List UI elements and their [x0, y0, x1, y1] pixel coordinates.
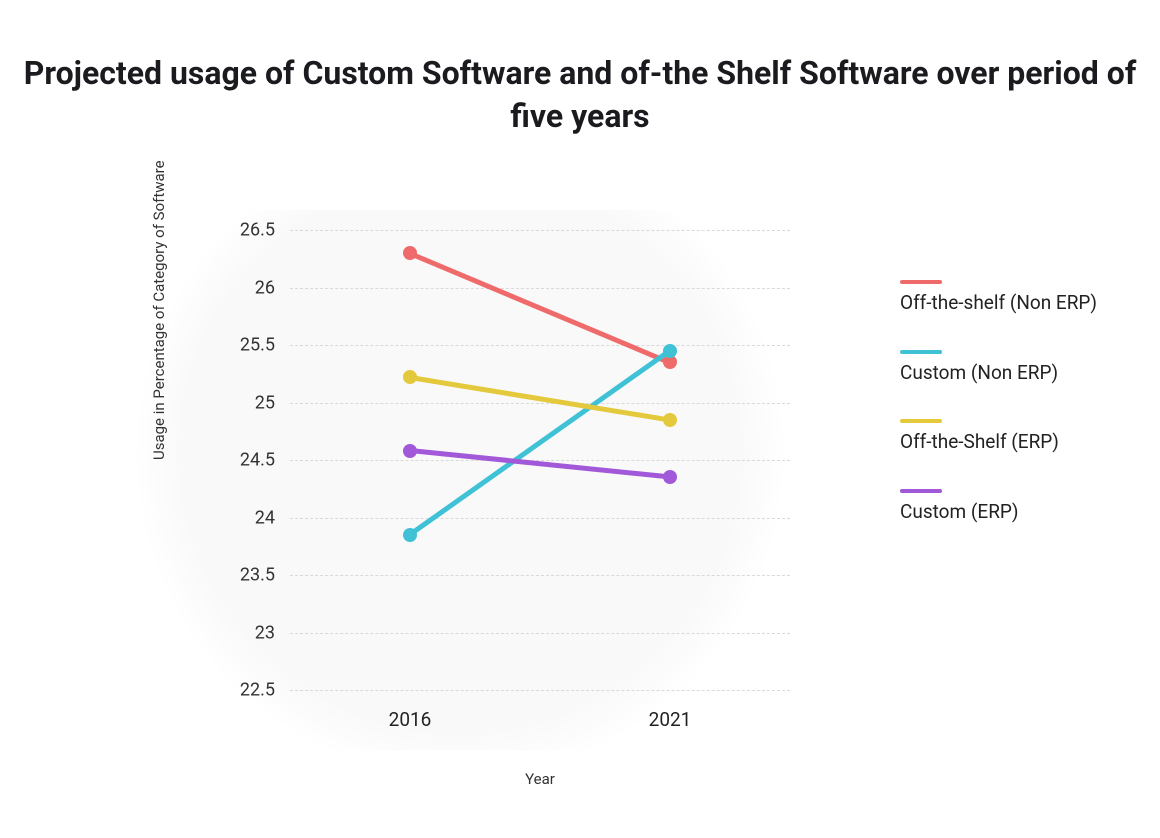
y-tick-label: 25 — [215, 392, 275, 413]
legend-item: Off-the-shelf (Non ERP) — [900, 280, 1130, 316]
series-marker — [403, 444, 417, 458]
series-marker — [663, 344, 677, 358]
gridline — [290, 403, 790, 404]
legend: Off-the-shelf (Non ERP) Custom (Non ERP) O… — [900, 280, 1130, 559]
legend-label: Custom (Non ERP) — [900, 360, 1130, 386]
x-axis-label: Year — [290, 770, 790, 788]
x-tick-label: 2016 — [389, 708, 432, 731]
y-tick-label: 25.5 — [215, 335, 275, 356]
gridline — [290, 518, 790, 519]
legend-item: Custom (Non ERP) — [900, 350, 1130, 386]
gridline — [290, 288, 790, 289]
legend-swatch — [900, 350, 942, 354]
chart-container: Projected usage of Custom Software and o… — [0, 0, 1160, 838]
legend-swatch — [900, 419, 942, 423]
legend-label: Custom (ERP) — [900, 499, 1130, 525]
series-marker — [403, 370, 417, 384]
plot-area: Year 22.52323.52424.52525.52626.52016202… — [290, 230, 790, 690]
gridline — [290, 633, 790, 634]
legend-label: Off-the-Shelf (ERP) — [900, 429, 1130, 455]
gridline — [290, 230, 790, 231]
legend-swatch — [900, 489, 942, 493]
y-tick-label: 26.5 — [215, 220, 275, 241]
legend-label: Off-the-shelf (Non ERP) — [900, 290, 1130, 316]
x-tick-label: 2021 — [649, 708, 692, 731]
series-marker — [403, 246, 417, 260]
y-tick-label: 24.5 — [215, 450, 275, 471]
series-marker — [403, 528, 417, 542]
gridline — [290, 345, 790, 346]
series-line — [410, 448, 670, 479]
chart-title: Projected usage of Custom Software and o… — [0, 52, 1160, 138]
y-tick-label: 24 — [215, 507, 275, 528]
y-axis-label: Usage in Percentage of Category of Softw… — [150, 160, 168, 460]
gridline — [290, 575, 790, 576]
y-tick-label: 23 — [215, 622, 275, 643]
series-line — [409, 349, 672, 537]
legend-item: Custom (ERP) — [900, 489, 1130, 525]
legend-swatch — [900, 280, 942, 284]
legend-item: Off-the-Shelf (ERP) — [900, 419, 1130, 455]
y-tick-label: 23.5 — [215, 565, 275, 586]
y-tick-label: 22.5 — [215, 680, 275, 701]
series-marker — [663, 470, 677, 484]
gridline — [290, 690, 790, 691]
series-line — [410, 375, 671, 422]
series-line — [409, 251, 671, 365]
y-tick-label: 26 — [215, 277, 275, 298]
series-marker — [663, 413, 677, 427]
